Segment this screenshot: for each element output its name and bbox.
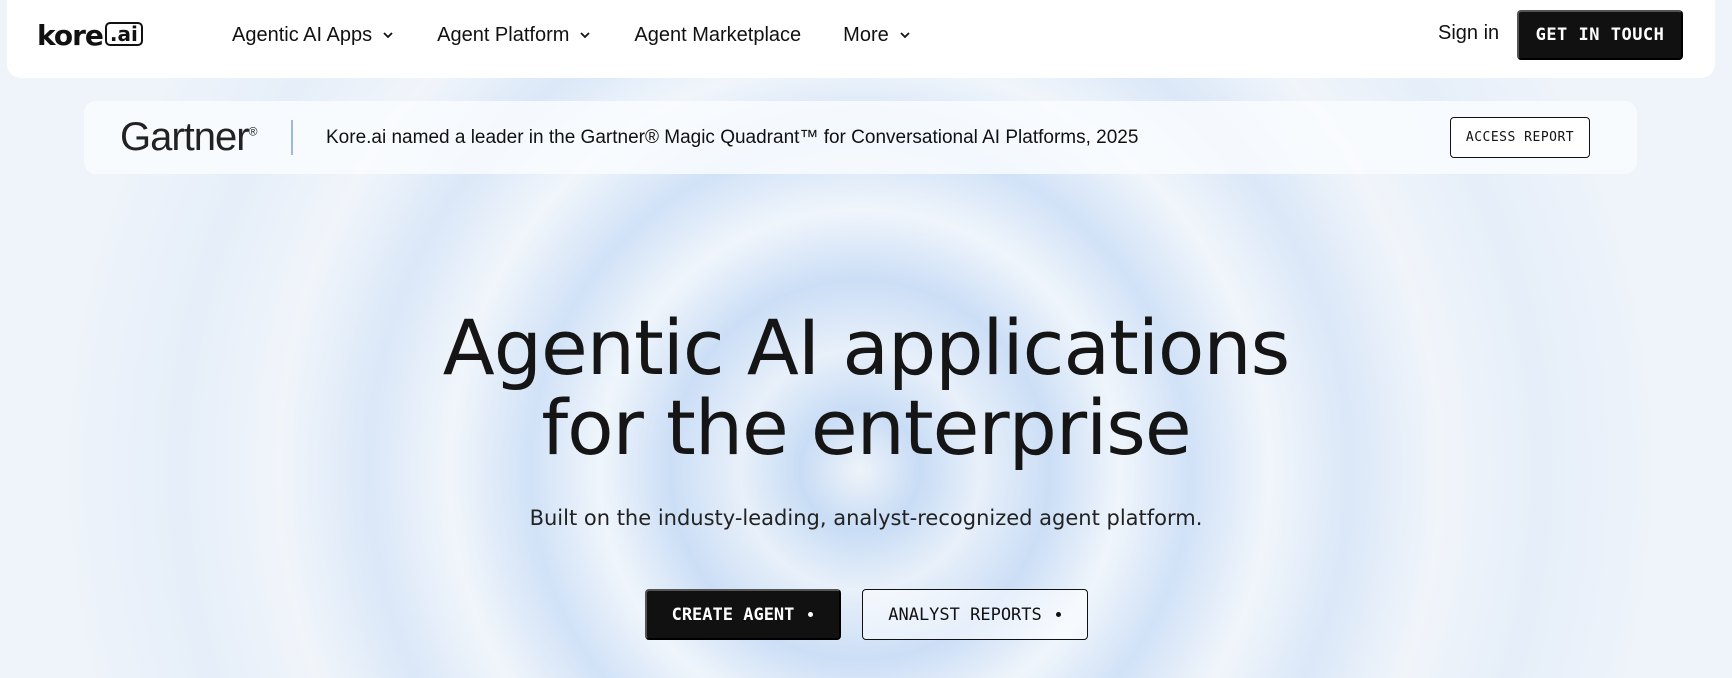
access-report-button[interactable]: ACCESS REPORT [1450,117,1590,158]
logo-box: .ai [104,22,143,46]
create-agent-button[interactable]: CREATE AGENT [644,589,841,640]
nav-item-label: Agent Platform [437,23,570,46]
nav-item-label: More [843,23,889,46]
chevron-down-icon [383,32,393,39]
hero-title-line-2: for the enterprise [541,383,1191,472]
dot-icon [808,612,814,617]
hero-subtitle: Built on the industy-leading, analyst-re… [529,506,1203,530]
create-agent-label: CREATE AGENT [671,604,795,625]
chevron-down-icon [900,32,910,39]
sign-in-link[interactable]: Sign in [1438,22,1499,45]
nav-item-more[interactable]: More [843,24,912,47]
get-in-touch-button[interactable]: GET IN TOUCH [1517,10,1683,60]
nav-item-agent-platform[interactable]: Agent Platform [437,24,592,47]
hero-title: Agentic AI applications for the enterpri… [0,308,1732,468]
nav-item-label: Agent Marketplace [634,23,802,46]
analyst-reports-button[interactable]: ANALYST REPORTS [861,589,1088,640]
banner-text: Kore.ai named a leader in the Gartner® M… [326,127,1139,148]
nav-item-agentic-ai-apps[interactable]: Agentic AI Apps [232,24,395,47]
nav-links: Agentic AI Apps Agent Platform Agent Mar… [232,0,954,70]
analyst-reports-label: ANALYST REPORTS [888,604,1042,625]
chevron-down-icon [580,32,591,39]
nav-item-label: Agentic AI Apps [232,23,373,46]
hero-title-line-1: Agentic AI applications [442,303,1290,392]
top-navigation: kore .ai Agentic AI Apps Agent Platform … [7,0,1715,78]
banner-divider [291,120,293,155]
gartner-logo-text: Gartner [120,115,250,159]
gartner-banner: Gartner® Kore.ai named a leader in the G… [84,101,1637,174]
registered-mark: ® [248,124,258,139]
hero-cta-row: CREATE AGENT ANALYST REPORTS [0,589,1732,640]
nav-item-agent-marketplace[interactable]: Agent Marketplace [634,24,801,47]
kore-ai-logo[interactable]: kore .ai [37,18,143,52]
gartner-logo: Gartner® [120,115,257,160]
logo-text: kore [37,18,104,52]
dot-icon [1055,612,1061,617]
